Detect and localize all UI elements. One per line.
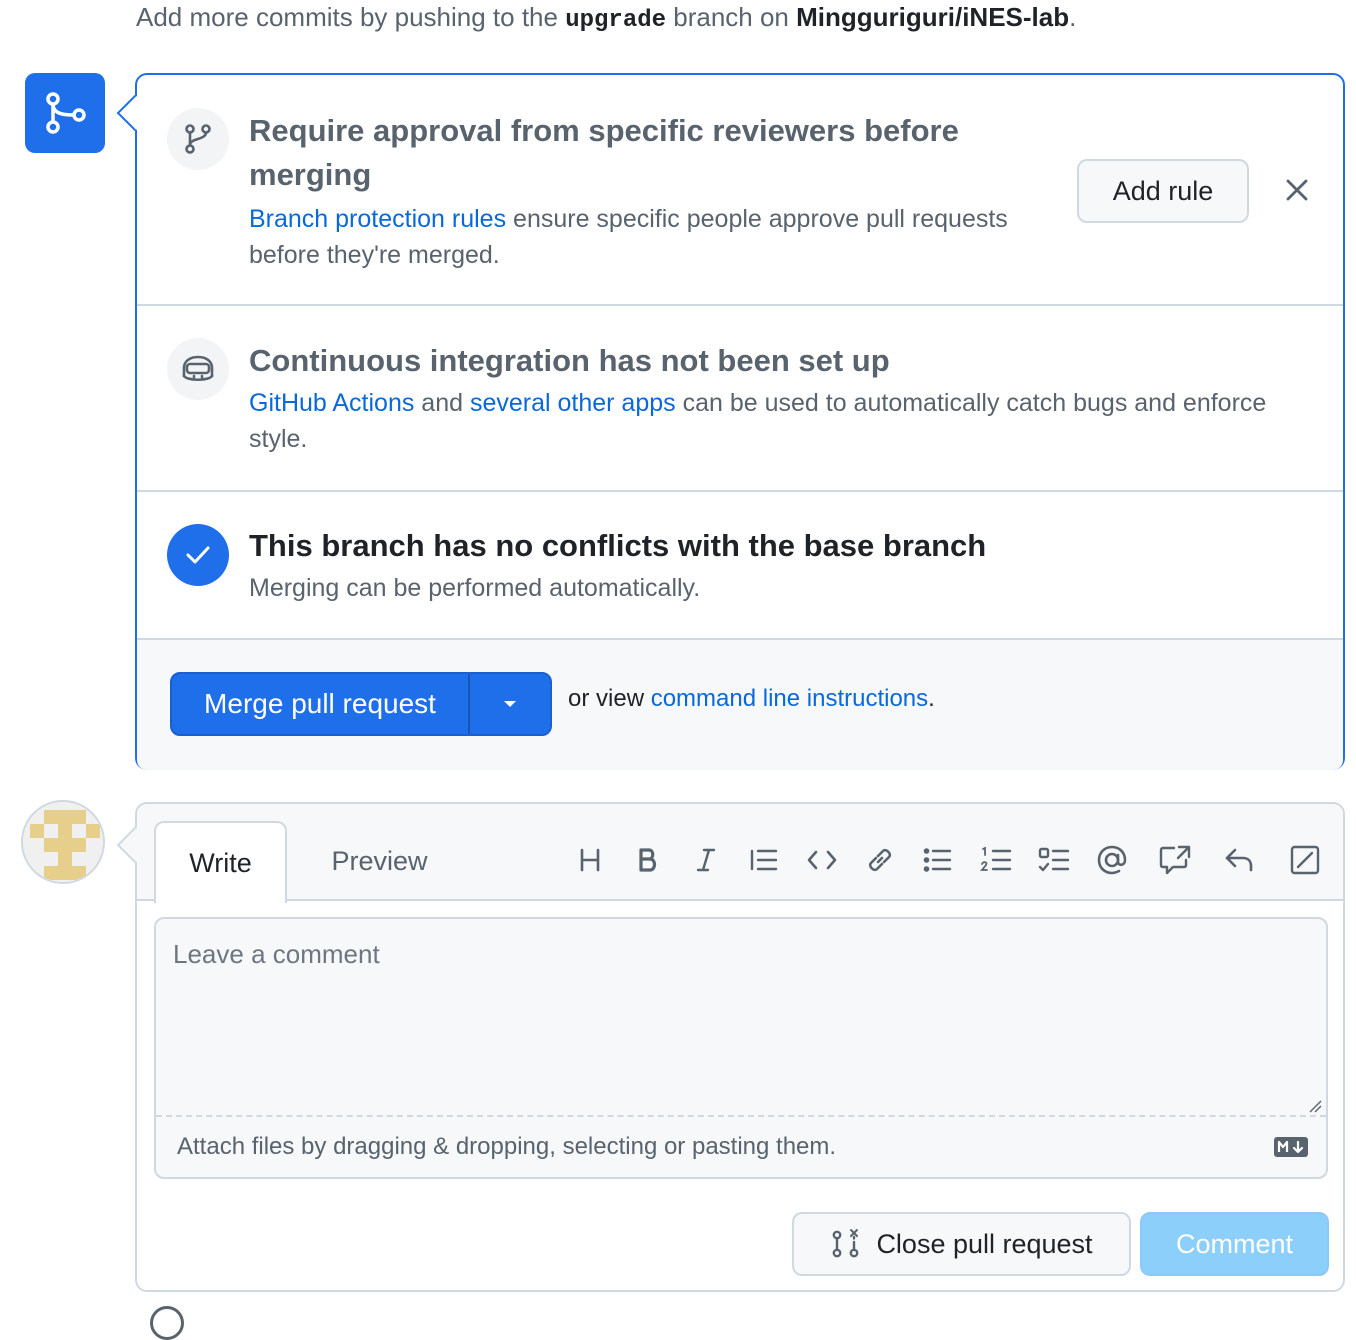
ci-title: Continuous integration has not been set … bbox=[249, 343, 890, 378]
push-hint: Add more commits by pushing to the upgra… bbox=[136, 2, 1077, 34]
approval-desc: Branch protection rules ensure specific … bbox=[249, 205, 1008, 269]
approval-section: Require approval from specific reviewers… bbox=[137, 75, 1343, 306]
cross-reference-icon bbox=[1159, 845, 1191, 875]
editor-tab-bar: Write Preview bbox=[137, 804, 1343, 903]
ordered-list-button[interactable] bbox=[978, 840, 1014, 880]
dismiss-button[interactable] bbox=[1282, 173, 1312, 207]
command-line-hint: or view command line instructions. bbox=[568, 685, 935, 712]
attach-files-hint[interactable]: Attach files by dragging & dropping, sel… bbox=[177, 1133, 836, 1161]
tab-preview[interactable]: Preview bbox=[307, 821, 452, 901]
fullscreen-icon bbox=[1290, 845, 1320, 875]
identicon bbox=[23, 802, 103, 882]
check-circle bbox=[167, 524, 229, 586]
ci-section: Continuous integration has not been set … bbox=[137, 306, 1343, 492]
saved-replies-button[interactable] bbox=[1221, 840, 1257, 880]
add-rule-button[interactable]: Add rule bbox=[1077, 159, 1249, 223]
ci-icon-circle bbox=[167, 338, 229, 400]
comment-button[interactable]: Comment bbox=[1140, 1212, 1329, 1276]
ordered-list-icon bbox=[980, 846, 1012, 871]
resize-handle-icon[interactable] bbox=[1308, 1099, 1322, 1113]
approval-title: Require approval from specific reviewers… bbox=[249, 113, 959, 192]
git-pull-request-closed-icon bbox=[833, 1229, 859, 1258]
merge-button-group: Merge pull request bbox=[170, 672, 552, 736]
git-merge-badge bbox=[25, 73, 105, 153]
code-icon bbox=[807, 850, 837, 870]
other-apps-link[interactable]: several other apps bbox=[470, 389, 676, 417]
unordered-list-icon bbox=[923, 848, 952, 872]
comment-editor: Attach files by dragging & dropping, sel… bbox=[154, 917, 1328, 1179]
bold-icon bbox=[639, 848, 657, 872]
merge-pull-request-button[interactable]: Merge pull request bbox=[172, 674, 470, 734]
fullscreen-button[interactable] bbox=[1287, 840, 1323, 880]
branch-icon-circle bbox=[167, 108, 229, 170]
avatar[interactable] bbox=[21, 800, 105, 884]
close-pull-request-button[interactable]: Close pull request bbox=[792, 1212, 1131, 1276]
italic-button[interactable] bbox=[688, 840, 724, 880]
quote-button[interactable] bbox=[746, 840, 782, 880]
check-icon bbox=[186, 546, 210, 564]
conflicts-desc: Merging can be performed automatically. bbox=[249, 574, 701, 602]
mention-icon bbox=[1097, 845, 1127, 875]
conflicts-section: This branch has no conflicts with the ba… bbox=[137, 492, 1343, 640]
branch-name: upgrade bbox=[565, 7, 667, 34]
mention-button[interactable] bbox=[1094, 840, 1130, 880]
conflicts-title: This branch has no conflicts with the ba… bbox=[249, 528, 987, 563]
copilot-icon bbox=[182, 355, 214, 382]
italic-icon bbox=[696, 848, 716, 872]
branch-protection-link[interactable]: Branch protection rules bbox=[249, 205, 506, 233]
quote-icon bbox=[750, 849, 778, 871]
link-button[interactable] bbox=[862, 840, 898, 880]
task-list-button[interactable] bbox=[1036, 840, 1072, 880]
command-line-link[interactable]: command line instructions bbox=[651, 685, 928, 712]
code-button[interactable] bbox=[804, 840, 840, 880]
repo-name: Mingguriguri/iNES-lab bbox=[796, 2, 1070, 32]
comment-form: Write Preview Leave a comment Attach fil… bbox=[116, 802, 1345, 1292]
link-icon bbox=[868, 848, 892, 872]
github-actions-link[interactable]: GitHub Actions bbox=[249, 389, 414, 417]
unordered-list-button[interactable] bbox=[920, 840, 956, 880]
markdown-icon[interactable] bbox=[1274, 1137, 1308, 1157]
comment-textarea[interactable] bbox=[156, 919, 1326, 1117]
heading-icon bbox=[580, 848, 600, 872]
merge-method-dropdown[interactable] bbox=[470, 674, 550, 734]
merge-panel: Require approval from specific reviewers… bbox=[116, 73, 1345, 770]
bold-button[interactable] bbox=[630, 840, 666, 880]
close-icon bbox=[1286, 179, 1308, 201]
tab-write[interactable]: Write bbox=[154, 821, 287, 903]
git-branch-icon bbox=[185, 124, 211, 154]
git-merge-icon bbox=[46, 92, 86, 134]
cross-reference-button[interactable] bbox=[1157, 840, 1193, 880]
reply-icon bbox=[1225, 848, 1253, 872]
timeline-icon bbox=[150, 1306, 184, 1340]
merge-actions: Merge pull request or view command line … bbox=[137, 640, 1343, 770]
triangle-down-icon bbox=[504, 701, 516, 707]
task-list-icon bbox=[1038, 847, 1070, 872]
ci-desc: GitHub Actions and several other apps ca… bbox=[249, 389, 1267, 453]
heading-button[interactable] bbox=[572, 840, 608, 880]
